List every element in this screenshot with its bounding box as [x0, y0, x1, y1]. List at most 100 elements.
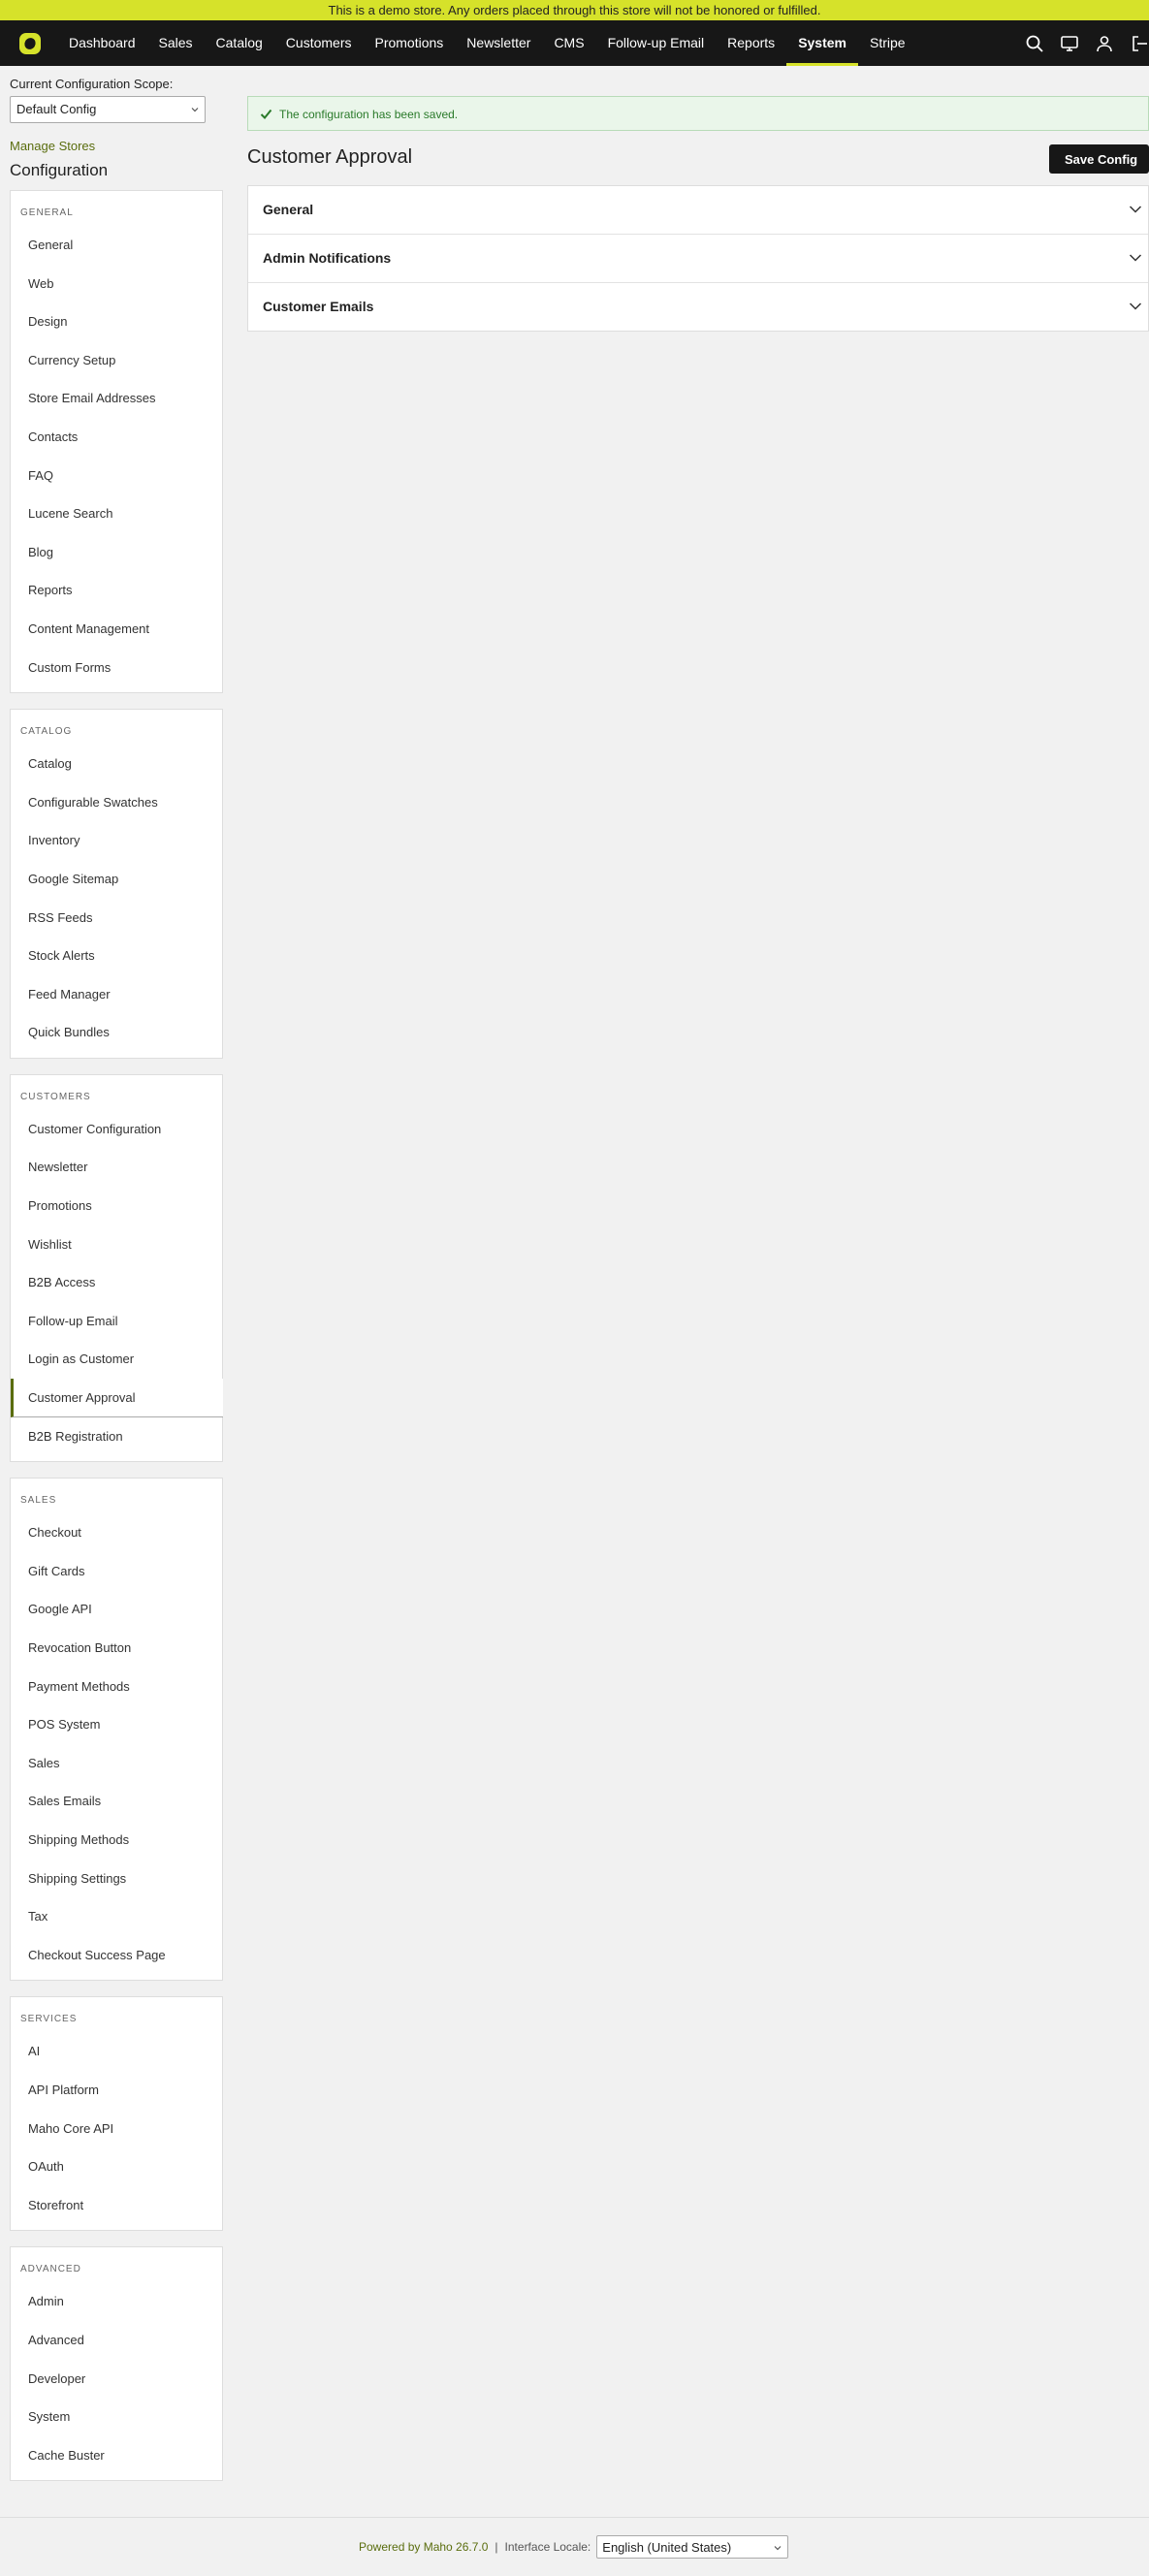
nav-item-system[interactable]: System	[786, 20, 858, 66]
nav-group-heading: CUSTOMERS	[20, 1091, 91, 1102]
section-admin-notifications[interactable]: Admin Notifications	[248, 235, 1148, 283]
sidebar-item-ai[interactable]: AI	[11, 2032, 222, 2071]
sidebar-item-maho-core-api[interactable]: Maho Core API	[11, 2110, 222, 2148]
page-title: Customer Approval	[247, 146, 413, 168]
sidebar-item-shipping-methods[interactable]: Shipping Methods	[11, 1821, 222, 1860]
sidebar-item-revocation-button[interactable]: Revocation Button	[11, 1629, 222, 1668]
sidebar-item-custom-forms[interactable]: Custom Forms	[11, 649, 222, 687]
chevron-down-icon	[191, 108, 199, 112]
sidebar-item-storefront[interactable]: Storefront	[11, 2186, 222, 2225]
footer: Powered by Maho 26.7.0 | Interface Local…	[0, 2517, 1149, 2576]
locale-select[interactable]: English (United States)	[596, 2535, 789, 2559]
sidebar-item-contacts[interactable]: Contacts	[11, 418, 222, 457]
nav-item-reports[interactable]: Reports	[716, 20, 786, 66]
sidebar-item-oauth[interactable]: OAuth	[11, 2147, 222, 2186]
sidebar-item-store-email-addresses[interactable]: Store Email Addresses	[11, 379, 222, 418]
main-menu: Dashboard Sales Catalog Customers Promotions…	[57, 20, 917, 66]
sidebar-item-gift-cards[interactable]: Gift Cards	[11, 1552, 222, 1591]
monitor-icon[interactable]	[1060, 34, 1079, 53]
sidebar-item-wishlist[interactable]: Wishlist	[11, 1225, 222, 1264]
sidebar-item-google-api[interactable]: Google API	[11, 1590, 222, 1629]
nav-group-heading: SERVICES	[20, 2014, 78, 2025]
nav-group-advanced: ADVANCED Admin Advanced Developer System Cach…	[10, 2246, 223, 2482]
sidebar-item-sales[interactable]: Sales	[11, 1744, 222, 1783]
nav-item-follow-up-email[interactable]: Follow-up Email	[596, 20, 717, 66]
powered-by-link[interactable]: Powered by Maho 26.7.0	[359, 2540, 488, 2554]
scope-select[interactable]: Default Config	[10, 96, 206, 123]
sidebar-item-customer-configuration[interactable]: Customer Configuration	[11, 1110, 222, 1149]
sidebar-item-configurable-swatches[interactable]: Configurable Swatches	[11, 783, 222, 822]
sidebar-item-developer[interactable]: Developer	[11, 2360, 222, 2399]
sidebar-item-customer-approval[interactable]: Customer Approval	[11, 1379, 223, 1417]
save-config-button[interactable]: Save Config	[1049, 144, 1149, 174]
top-navigation: Dashboard Sales Catalog Customers Promotions…	[0, 20, 1149, 66]
maho-logo-icon[interactable]	[18, 32, 42, 55]
search-icon[interactable]	[1025, 34, 1044, 53]
sidebar-item-b2b-registration[interactable]: B2B Registration	[11, 1417, 222, 1456]
sidebar-item-design[interactable]: Design	[11, 302, 222, 341]
logout-icon[interactable]	[1130, 34, 1149, 53]
sidebar-item-feed-manager[interactable]: Feed Manager	[11, 975, 222, 1014]
sidebar-item-lucene-search[interactable]: Lucene Search	[11, 494, 222, 533]
nav-group-sales: SALES Checkout Gift Cards Google API Revocat…	[10, 1478, 223, 1982]
nav-item-promotions[interactable]: Promotions	[363, 20, 455, 66]
sidebar-item-system[interactable]: System	[11, 2398, 222, 2436]
manage-stores-link[interactable]: Manage Stores	[10, 139, 223, 153]
header-actions	[1009, 20, 1149, 66]
sidebar-item-cache-buster[interactable]: Cache Buster	[11, 2436, 222, 2475]
section-label: Customer Emails	[263, 299, 374, 314]
sidebar-item-faq[interactable]: FAQ	[11, 457, 222, 495]
nav-group-customers: CUSTOMERS Customer Configuration Newslette…	[10, 1073, 223, 1463]
sidebar-item-checkout-success-page[interactable]: Checkout Success Page	[11, 1936, 222, 1975]
sidebar-item-tax[interactable]: Tax	[11, 1897, 222, 1936]
nav-group-services: SERVICES AI API Platform Maho Core API OAuth…	[10, 1996, 223, 2232]
nav-item-cms[interactable]: CMS	[542, 20, 595, 66]
sidebar-item-quick-bundles[interactable]: Quick Bundles	[11, 1013, 222, 1052]
user-icon[interactable]	[1095, 34, 1114, 53]
sidebar-item-advanced[interactable]: Advanced	[11, 2321, 222, 2360]
sidebar-item-catalog[interactable]: Catalog	[11, 745, 222, 783]
nav-item-sales[interactable]: Sales	[147, 20, 205, 66]
nav-group-heading: SALES	[20, 1495, 57, 1507]
sidebar-item-web[interactable]: Web	[11, 265, 222, 303]
scope-select-value: Default Config	[16, 102, 97, 116]
sidebar-item-promotions[interactable]: Promotions	[11, 1187, 222, 1225]
locale-select-value: English (United States)	[602, 2540, 732, 2555]
sidebar-item-checkout[interactable]: Checkout	[11, 1513, 222, 1552]
nav-item-newsletter[interactable]: Newsletter	[455, 20, 542, 66]
config-sidebar: Current Configuration Scope: Default Con…	[10, 66, 223, 2496]
sidebar-item-follow-up-email[interactable]: Follow-up Email	[11, 1302, 222, 1341]
section-general[interactable]: General	[248, 186, 1148, 235]
section-label: General	[263, 202, 314, 217]
nav-item-stripe[interactable]: Stripe	[858, 20, 917, 66]
sidebar-item-newsletter[interactable]: Newsletter	[11, 1148, 222, 1187]
sidebar-item-google-sitemap[interactable]: Google Sitemap	[11, 860, 222, 899]
sidebar-item-sales-emails[interactable]: Sales Emails	[11, 1782, 222, 1821]
sidebar-item-b2b-access[interactable]: B2B Access	[11, 1263, 222, 1302]
nav-item-customers[interactable]: Customers	[274, 20, 364, 66]
nav-group-general: GENERAL General Web Design Currency Setup Sto…	[10, 190, 223, 694]
sidebar-item-shipping-settings[interactable]: Shipping Settings	[11, 1860, 222, 1898]
sidebar-item-blog[interactable]: Blog	[11, 533, 222, 572]
nav-group-heading: ADVANCED	[20, 2264, 81, 2275]
sidebar-item-payment-methods[interactable]: Payment Methods	[11, 1668, 222, 1706]
sidebar-item-inventory[interactable]: Inventory	[11, 821, 222, 860]
nav-item-catalog[interactable]: Catalog	[205, 20, 274, 66]
sidebar-item-currency-setup[interactable]: Currency Setup	[11, 341, 222, 380]
nav-group-heading: CATALOG	[20, 726, 73, 738]
page-header: Customer Approval	[247, 131, 1149, 185]
locale-label: Interface Locale:	[504, 2540, 591, 2554]
sidebar-item-rss-feeds[interactable]: RSS Feeds	[11, 899, 222, 938]
sidebar-item-content-management[interactable]: Content Management	[11, 610, 222, 649]
sidebar-item-general[interactable]: General	[11, 226, 222, 265]
config-nav-groups: GENERAL General Web Design Currency Setup Sto…	[10, 190, 223, 2482]
sidebar-item-pos-system[interactable]: POS System	[11, 1705, 222, 1744]
main-content: The configuration has been saved. Custom…	[247, 96, 1149, 332]
nav-item-dashboard[interactable]: Dashboard	[57, 20, 147, 66]
sidebar-item-admin[interactable]: Admin	[11, 2282, 222, 2321]
sidebar-item-stock-alerts[interactable]: Stock Alerts	[11, 937, 222, 975]
sidebar-item-login-as-customer[interactable]: Login as Customer	[11, 1340, 222, 1379]
sidebar-item-api-platform[interactable]: API Platform	[11, 2071, 222, 2110]
section-customer-emails[interactable]: Customer Emails	[248, 283, 1148, 331]
sidebar-item-reports[interactable]: Reports	[11, 571, 222, 610]
